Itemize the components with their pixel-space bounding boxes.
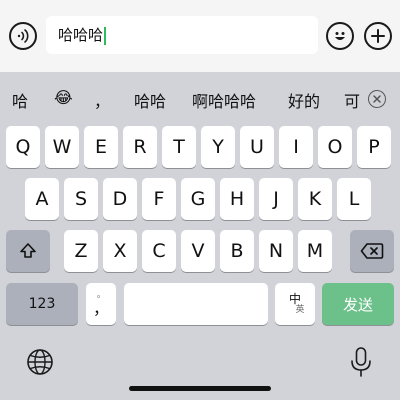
plus-icon[interactable] xyxy=(364,22,392,50)
punctuation-key[interactable]: 。 ， xyxy=(86,283,116,325)
key-k[interactable]: K xyxy=(298,178,332,220)
key-a[interactable]: A xyxy=(25,178,59,220)
key-o[interactable]: O xyxy=(318,126,352,168)
key-f[interactable]: F xyxy=(142,178,176,220)
punct-small-label: 。 xyxy=(97,290,105,299)
microphone-icon[interactable] xyxy=(346,346,376,378)
key-r[interactable]: R xyxy=(123,126,157,168)
key-m[interactable]: M xyxy=(298,230,332,272)
key-t[interactable]: T xyxy=(162,126,196,168)
lang-en-label: 英 xyxy=(295,304,305,315)
text-caret xyxy=(104,26,107,45)
key-s[interactable]: S xyxy=(64,178,98,220)
message-input[interactable]: 哈哈哈 xyxy=(46,16,318,54)
key-u[interactable]: U xyxy=(240,126,274,168)
key-p[interactable]: P xyxy=(357,126,391,168)
key-e[interactable]: E xyxy=(84,126,118,168)
candidate-item[interactable]: 好的 xyxy=(288,88,320,112)
voice-icon[interactable] xyxy=(9,22,37,50)
key-v[interactable]: V xyxy=(181,230,215,272)
candidate-item[interactable]: 哈 xyxy=(12,88,28,112)
key-y[interactable]: Y xyxy=(201,126,235,168)
space-key[interactable] xyxy=(124,283,268,325)
key-j[interactable]: J xyxy=(259,178,293,220)
key-l[interactable]: L xyxy=(337,178,371,220)
shift-icon xyxy=(20,243,36,258)
shift-key[interactable] xyxy=(6,230,50,272)
globe-icon[interactable] xyxy=(25,347,55,377)
delete-key[interactable] xyxy=(350,230,394,272)
close-icon[interactable] xyxy=(368,90,386,108)
key-q[interactable]: Q xyxy=(6,126,40,168)
key-n[interactable]: N xyxy=(259,230,293,272)
candidate-item[interactable]: 可 xyxy=(344,88,360,112)
candidate-item[interactable]: 哈哈 xyxy=(134,88,166,112)
candidate-item[interactable]: ， xyxy=(94,88,110,112)
delete-icon xyxy=(360,243,384,259)
candidate-item[interactable]: 啊哈哈哈 xyxy=(192,88,256,112)
candidate-item[interactable]: 😂 xyxy=(54,88,73,107)
language-switch-key[interactable]: 中 英 xyxy=(275,283,315,325)
candidate-bar: 哈 😂 ， 哈哈 啊哈哈哈 好的 可 xyxy=(0,72,400,122)
message-text: 哈哈哈 xyxy=(58,26,104,44)
key-c[interactable]: C xyxy=(142,230,176,272)
key-w[interactable]: W xyxy=(45,126,79,168)
send-button[interactable]: 发送 xyxy=(322,283,394,325)
key-x[interactable]: X xyxy=(103,230,137,272)
key-i[interactable]: I xyxy=(279,126,313,168)
punct-main-label: ， xyxy=(92,299,109,318)
key-b[interactable]: B xyxy=(220,230,254,272)
key-h[interactable]: H xyxy=(220,178,254,220)
key-g[interactable]: G xyxy=(181,178,215,220)
home-indicator xyxy=(129,386,271,391)
numbers-key[interactable]: 123 xyxy=(6,283,78,325)
lang-cn-label: 中 xyxy=(288,291,301,306)
chat-input-bar: 哈哈哈 xyxy=(0,0,400,72)
key-d[interactable]: D xyxy=(103,178,137,220)
emoji-icon[interactable] xyxy=(326,22,354,50)
key-z[interactable]: Z xyxy=(64,230,98,272)
